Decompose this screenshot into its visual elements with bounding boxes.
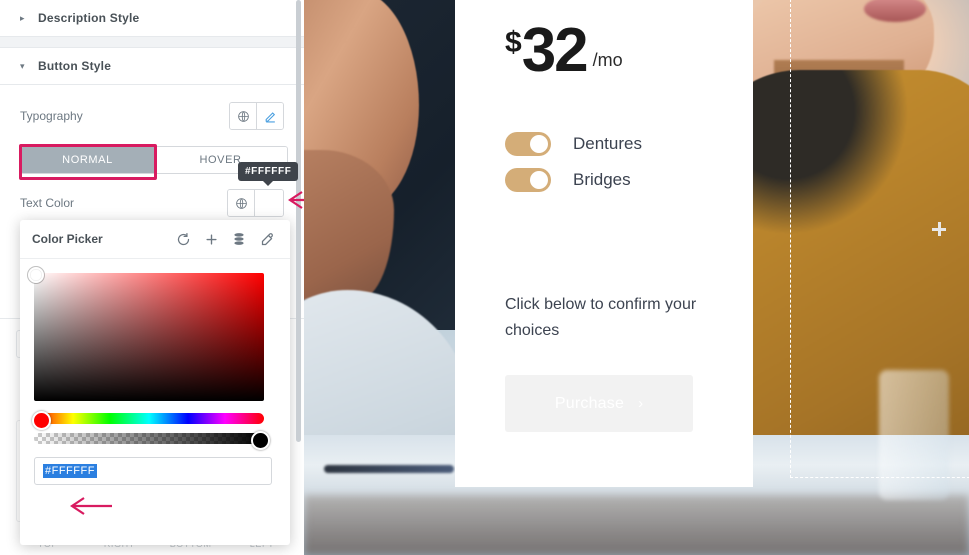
alpha-slider[interactable] [34,431,270,450]
hex-input-field[interactable]: #FFFFFF [34,457,272,485]
section-header-button-style[interactable]: ▾ Button Style [0,48,304,84]
toggle-knob [530,171,548,189]
color-picker-title: Color Picker [32,232,103,246]
feature-label-dentures: Dentures [573,134,642,153]
pencil-icon[interactable] [257,103,283,129]
text-color-swatch[interactable] [255,190,283,216]
eyedropper-icon[interactable] [256,228,278,250]
price-period: /mo [592,50,623,71]
feature-row-dentures: Dentures [505,132,642,156]
preview-canvas: $ 32 /mo Dentures Bridges Click below to… [304,0,969,555]
toggle-knob [530,135,548,153]
typography-label: Typography [20,109,83,123]
hue-slider-handle [32,411,51,430]
color-picker-popup: Color Picker #FFFFFF [20,220,290,545]
color-picker-header: Color Picker [20,220,290,259]
color-picker-body: #FFFFFF [20,259,290,499]
card-blurb-text: Click below to confirm your choices [505,296,697,339]
photo-desk-foreground [304,495,969,555]
chevron-down-icon: ▾ [20,60,25,71]
section-title-description-style: Description Style [38,11,140,25]
pricing-card: $ 32 /mo Dentures Bridges Click below to… [455,0,753,487]
editor-sidebar-panel: ▸ Description Style ▾ Button Style Typog… [0,0,305,555]
text-color-buttons [227,189,284,217]
saturation-handle[interactable] [28,267,44,283]
chevron-right-icon: › [638,395,644,412]
hue-slider[interactable] [32,411,264,430]
typography-control-row: Typography [0,97,304,135]
library-icon[interactable] [228,228,250,250]
feature-row-bridges: Bridges [505,168,631,192]
divider [0,84,304,85]
purchase-button[interactable]: Purchase › [505,375,693,432]
globe-icon[interactable] [230,103,257,129]
text-color-label: Text Color [20,196,75,210]
toggle-dentures[interactable] [505,132,551,156]
typography-buttons [229,102,284,130]
purchase-button-label: Purchase [554,394,625,412]
chevron-right-icon: ▸ [20,12,25,23]
reset-icon[interactable] [172,228,194,250]
section-separator [0,36,304,48]
tab-normal[interactable]: NORMAL [21,147,154,173]
panel-scrollbar[interactable] [296,0,301,442]
price-currency: $ [505,26,522,59]
toggle-bridges[interactable] [505,168,551,192]
text-color-control-row: Text Color [0,184,304,222]
color-picker-tools [172,228,278,250]
photo-pen [324,465,454,473]
feature-label-bridges: Bridges [573,170,631,189]
section-header-description-style[interactable]: ▸ Description Style [0,0,304,36]
add-icon[interactable] [200,228,222,250]
price-block: $ 32 /mo [505,16,623,85]
color-value-tooltip: #FFFFFF [238,162,299,186]
globe-icon[interactable] [228,190,255,216]
hex-input-value: #FFFFFF [43,464,97,478]
price-amount: 32 [521,16,589,85]
saturation-value-area[interactable] [28,267,264,401]
alpha-slider-handle [251,431,270,450]
section-title-button-style: Button Style [38,59,112,73]
photo-glassware [879,370,949,500]
